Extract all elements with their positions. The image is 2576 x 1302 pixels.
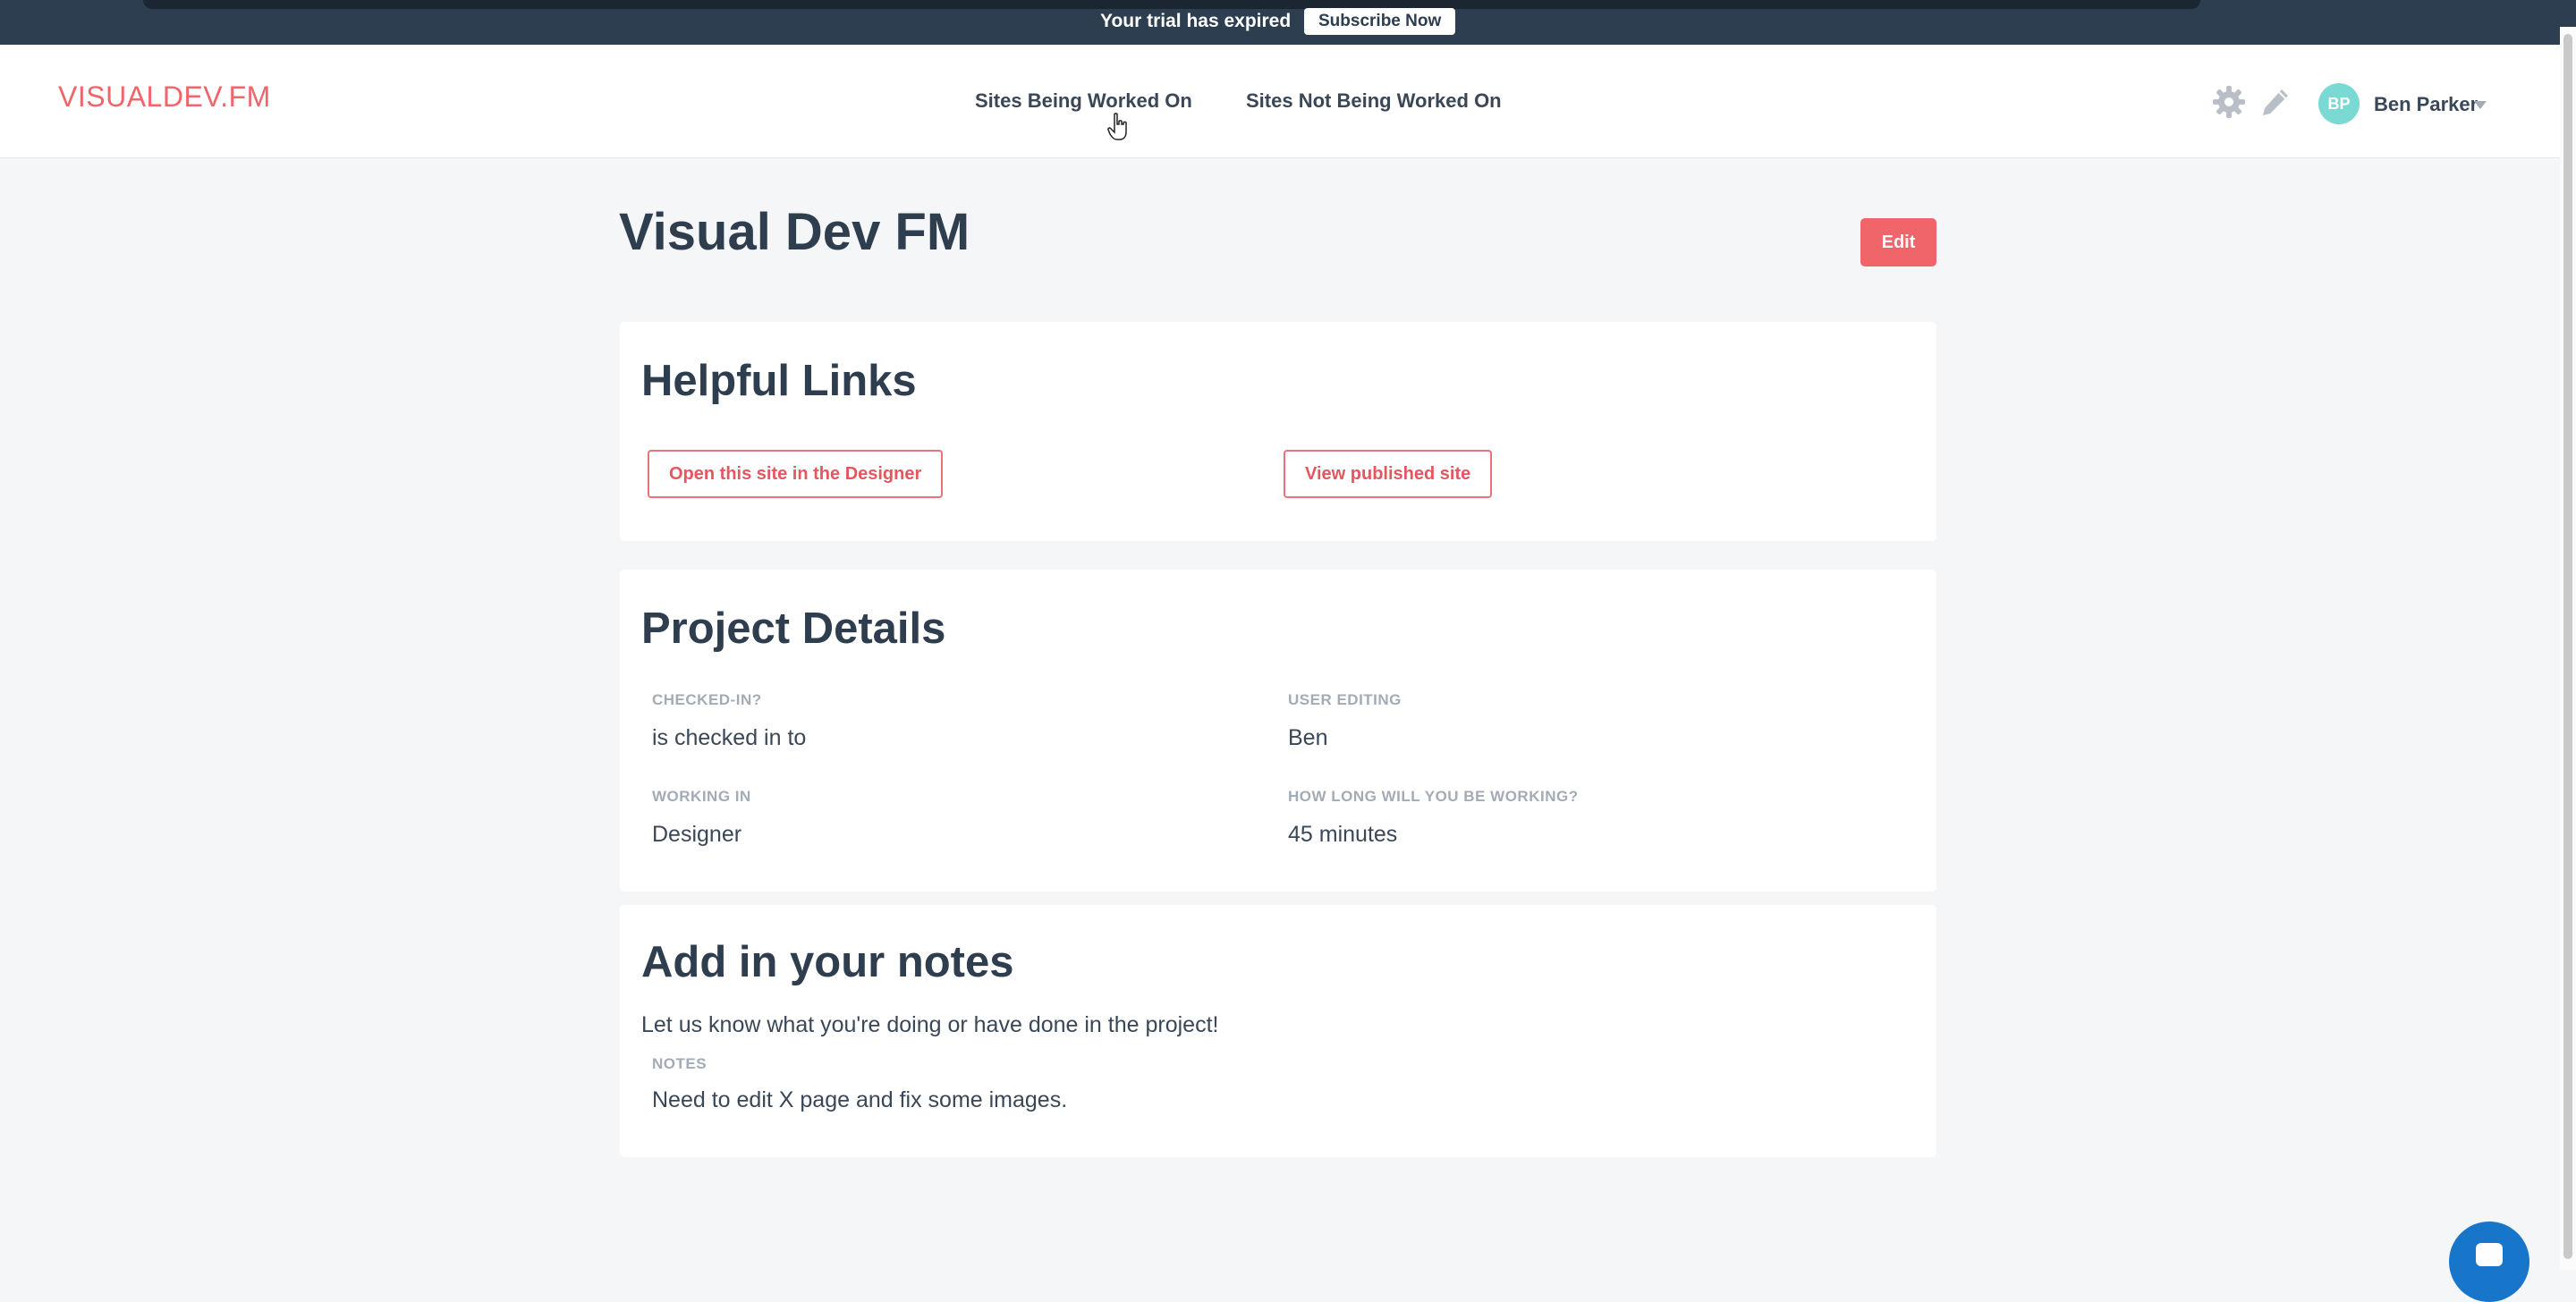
chevron-down-icon[interactable] [2474, 101, 2487, 109]
logo[interactable]: VISUALDEV.FM [58, 80, 271, 114]
user-editing-value: Ben [1288, 725, 1328, 750]
helpful-links-card: Helpful Links Open this site in the Desi… [620, 322, 1936, 541]
gear-icon[interactable] [2211, 84, 2247, 120]
nav-sites-not-being-worked-on[interactable]: Sites Not Being Worked On [1246, 89, 1502, 113]
checked-in-value: is checked in to [652, 725, 807, 750]
trial-banner: Your trial has expired Subscribe Now [0, 0, 2576, 45]
hand-cursor-icon [1107, 113, 1127, 140]
subscribe-button[interactable]: Subscribe Now [1304, 8, 1456, 35]
working-in-value: Designer [652, 822, 742, 847]
working-duration-value: 45 minutes [1288, 822, 1398, 847]
edit-button[interactable]: Edit [1860, 218, 1936, 266]
notes-value: Need to edit X page and fix some images. [652, 1087, 1068, 1112]
checked-in-label: CHECKED-IN? [652, 691, 762, 708]
open-in-designer-button[interactable]: Open this site in the Designer [648, 450, 944, 498]
browser-address-strip [143, 0, 2200, 9]
pencil-icon[interactable] [2259, 86, 2292, 118]
notes-card: Add in your notes Let us know what you'r… [620, 905, 1936, 1157]
page-scrollbar[interactable] [2560, 27, 2576, 1270]
working-in-label: WORKING IN [652, 788, 751, 805]
working-duration-label: HOW LONG WILL YOU BE WORKING? [1288, 788, 1579, 805]
user-name[interactable]: Ben Parker [2374, 93, 2478, 116]
nav-sites-being-worked-on[interactable]: Sites Being Worked On [975, 89, 1192, 113]
page-title: Visual Dev FM [619, 203, 970, 261]
chat-launcher-button[interactable] [2449, 1222, 2529, 1302]
trial-expired-text: Your trial has expired [1100, 11, 1292, 31]
chat-icon [2476, 1243, 2503, 1266]
notes-description: Let us know what you're doing or have do… [641, 1012, 1219, 1037]
top-header: VISUALDEV.FM Sites Being Worked On Sites… [0, 45, 2560, 158]
user-editing-label: USER EDITING [1288, 691, 1402, 708]
scrollbar-thumb[interactable] [2563, 34, 2572, 1259]
project-details-card: Project Details CHECKED-IN? is checked i… [620, 570, 1936, 892]
project-details-heading: Project Details [641, 604, 946, 653]
notes-label: NOTES [652, 1055, 708, 1072]
avatar[interactable]: BP [2318, 83, 2360, 124]
view-published-site-button[interactable]: View published site [1284, 450, 1493, 498]
notes-heading: Add in your notes [641, 938, 1014, 986]
helpful-links-heading: Helpful Links [641, 357, 917, 405]
